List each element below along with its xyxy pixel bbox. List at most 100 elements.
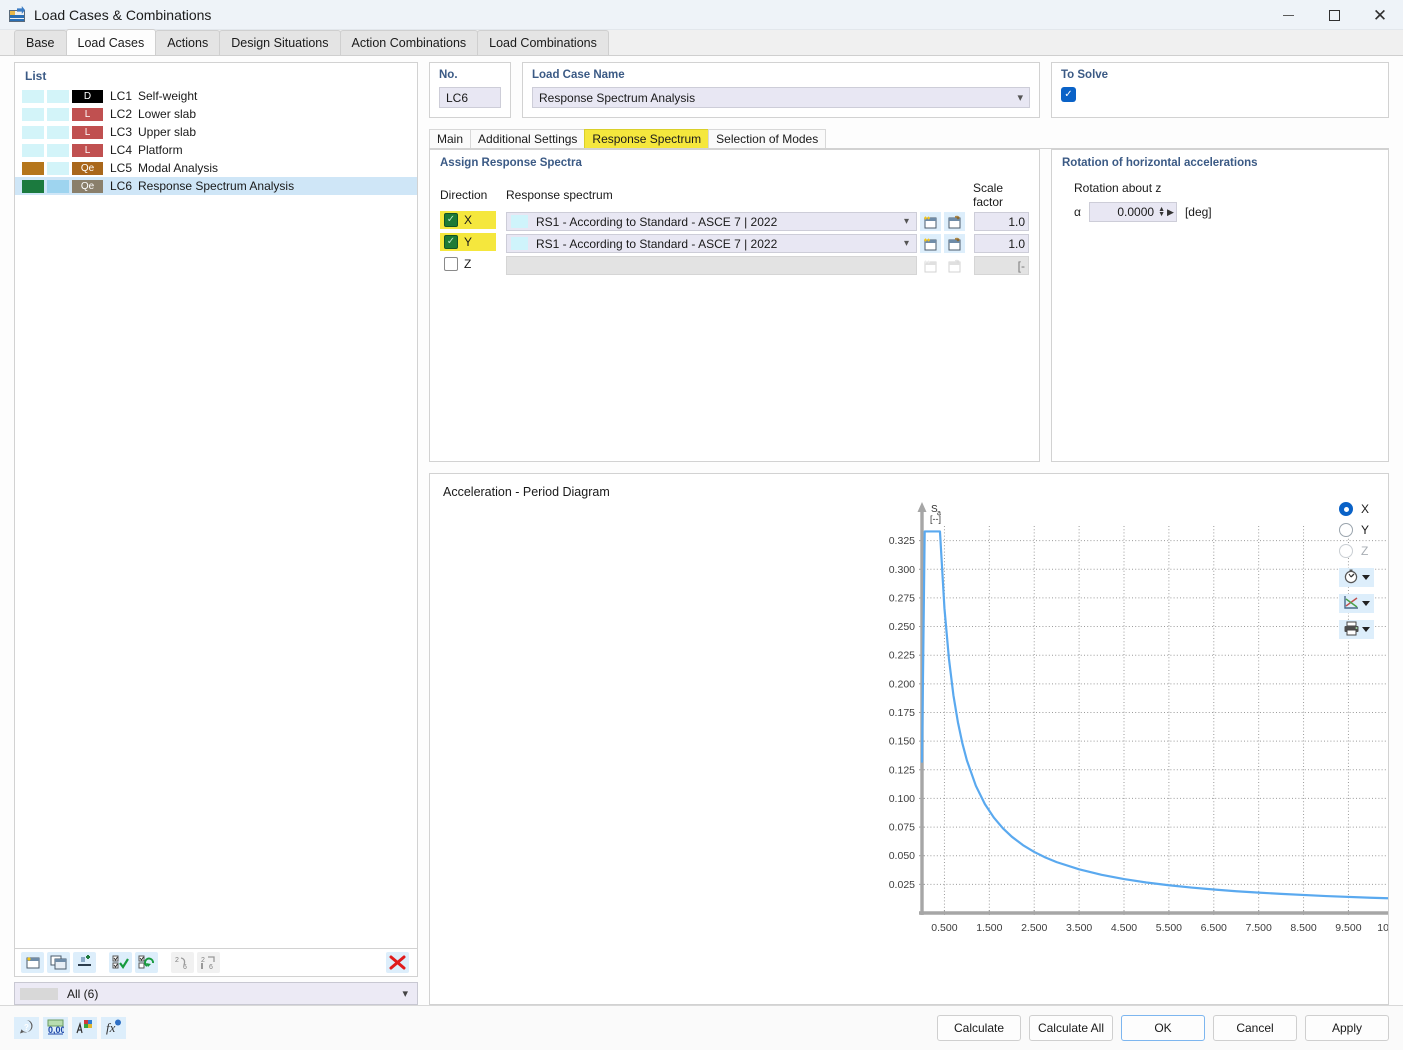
direction-label: Z [464, 257, 472, 271]
response-spectrum-combo-y[interactable]: RS1 - According to Standard - ASCE 7 | 2… [506, 234, 917, 253]
main-tab-load-combinations[interactable]: Load Combinations [477, 30, 609, 55]
load-case-number: LC3 [110, 125, 133, 139]
chart-icon [1343, 595, 1360, 613]
copy-load-case-button[interactable] [47, 952, 70, 973]
load-case-number: LC2 [110, 107, 133, 121]
alpha-symbol: α [1074, 205, 1081, 219]
cancel-button[interactable]: Cancel [1213, 1015, 1297, 1041]
chevron-down-icon[interactable] [1362, 601, 1370, 606]
display-properties-button[interactable] [72, 1017, 97, 1039]
list-item[interactable]: L LC3 Upper slab [15, 123, 417, 141]
response-spectrum-combo-x[interactable]: RS1 - According to Standard - ASCE 7 | 2… [506, 212, 917, 231]
direction-cell: ✓ Y [440, 233, 496, 251]
load-case-detail-panel: No. LC6 Load Case Name Response Spectrum… [429, 62, 1389, 1005]
to-solve-checkbox[interactable]: ✓ [1061, 87, 1076, 102]
edit-spectrum-button-x[interactable] [944, 212, 965, 231]
units-button[interactable]: 0,00 [43, 1017, 68, 1039]
delete-button[interactable] [386, 952, 409, 973]
scale-settings-button[interactable] [1339, 568, 1374, 587]
help-button[interactable]: ? [14, 1017, 39, 1039]
action-category-badge: L [72, 107, 103, 121]
minimize-button[interactable] [1265, 0, 1311, 30]
direction-cell: Z [440, 255, 496, 273]
list-item[interactable]: D LC1 Self-weight [15, 87, 417, 105]
col-direction-header: Direction [440, 188, 488, 202]
chevron-down-icon[interactable] [1362, 627, 1370, 632]
list-item[interactable]: L LC4 Platform [15, 141, 417, 159]
scale-factor-input-x[interactable]: 1.0 [974, 212, 1029, 231]
main-tab-base[interactable]: Base [14, 30, 67, 55]
diagram-settings-button[interactable] [1339, 594, 1374, 613]
chart-direction-option-y[interactable]: Y [1339, 523, 1374, 537]
main-tab-load-cases[interactable]: Load Cases [65, 29, 157, 55]
no-group: No. LC6 [429, 62, 511, 118]
formula-button[interactable]: fx [101, 1017, 126, 1039]
invert-selection-button[interactable] [135, 952, 158, 973]
expand-arrow-icon[interactable]: ▶ [1167, 207, 1174, 218]
maximize-button[interactable] [1311, 0, 1357, 30]
select-all-button[interactable] [109, 952, 132, 973]
detail-tab-selection-of-modes[interactable]: Selection of Modes [708, 129, 827, 148]
detail-tab-response-spectrum[interactable]: Response Spectrum [584, 129, 710, 148]
settings-row: Assign Response Spectra Direction Respon… [429, 149, 1389, 462]
spinner-icon[interactable]: ▲ ▼ [1158, 206, 1165, 218]
response-spectra-table: Direction Response spectrum Scale factor… [440, 181, 1029, 275]
load-case-name: Response Spectrum Analysis [138, 179, 295, 193]
spectrum-color-swatch [511, 237, 528, 250]
action-category-badge: Qe [72, 179, 103, 193]
detail-tab-main[interactable]: Main [429, 129, 472, 148]
radio-button-x[interactable] [1339, 502, 1353, 516]
direction-checkbox-y[interactable]: ✓ [444, 235, 458, 249]
svg-text:0.225: 0.225 [889, 650, 915, 662]
tab-label: Response Spectrum [592, 132, 702, 146]
direction-checkbox-x[interactable]: ✓ [444, 213, 458, 227]
chevron-down-icon[interactable] [1362, 575, 1370, 580]
scale-factor-input-y[interactable]: 1.0 [974, 234, 1029, 253]
load-case-list-panel: List D LC1 Self-weight L LC2 Lower slab L LC3 Up… [14, 62, 418, 1005]
load-case-name-field[interactable]: Response Spectrum Analysis ▾ [532, 87, 1030, 108]
new-load-case-button[interactable] [21, 952, 44, 973]
svg-text:[--]: [--] [930, 514, 941, 524]
direction-checkbox-z[interactable] [444, 257, 458, 271]
alpha-input[interactable]: 0.0000 ▲ ▼ ▶ [1088, 202, 1177, 222]
col-scale-header: Scale factor [973, 181, 1004, 209]
edit-spectrum-button-y[interactable] [944, 234, 965, 253]
svg-text:0.050: 0.050 [889, 850, 915, 862]
calculate-all-button[interactable]: Calculate All [1029, 1015, 1113, 1041]
no-field[interactable]: LC6 [439, 87, 501, 108]
button-label: Calculate All [1037, 1021, 1105, 1035]
print-button[interactable] [1339, 620, 1374, 639]
radio-button-y[interactable] [1339, 523, 1353, 537]
title-bar: Load Cases & Combinations ✕ [0, 0, 1403, 30]
close-button[interactable]: ✕ [1357, 0, 1403, 30]
main-tab-actions[interactable]: Actions [155, 30, 221, 55]
action-category-badge: L [72, 143, 103, 157]
list-item[interactable]: Qe LC5 Modal Analysis [15, 159, 417, 177]
spectrum-name: RS1 - According to Standard - ASCE 7 | 2… [536, 236, 778, 251]
svg-text:10.500: 10.500 [1377, 922, 1389, 934]
list-filter-combo[interactable]: All (6) ▾ [14, 982, 418, 1005]
list-item[interactable]: Qe LC6 Response Spectrum Analysis [15, 177, 417, 195]
button-label: Calculate [953, 1021, 1005, 1035]
import-load-case-button[interactable] [73, 952, 96, 973]
calculate-button[interactable]: Calculate [937, 1015, 1021, 1041]
main-tab-bar: Base Load Cases Actions Design Situations Ac… [0, 29, 1403, 56]
apply-button[interactable]: Apply [1305, 1015, 1389, 1041]
svg-text:0.275: 0.275 [889, 592, 915, 604]
main-tab-design-situations[interactable]: Design Situations [219, 30, 341, 55]
new-spectrum-button-y[interactable] [920, 234, 941, 253]
new-spectrum-button-x[interactable] [920, 212, 941, 231]
chevron-down-icon: ▾ [903, 238, 909, 249]
no-value: LC6 [446, 90, 469, 105]
main-tab-action-combinations[interactable]: Action Combinations [339, 30, 479, 55]
assign-response-spectra-title: Assign Response Spectra [440, 157, 582, 169]
load-case-number: LC5 [110, 161, 133, 175]
alpha-unit: [deg] [1184, 205, 1212, 219]
svg-text:6: 6 [183, 964, 187, 970]
table-header-row: Direction Response spectrum Scale factor [440, 181, 1029, 209]
list-item[interactable]: L LC2 Lower slab [15, 105, 417, 123]
units-icon: 0,00 [47, 1019, 66, 1038]
chart-direction-option-x[interactable]: X [1339, 502, 1374, 516]
detail-tab-additional-settings[interactable]: Additional Settings [470, 129, 586, 148]
ok-button[interactable]: OK [1121, 1015, 1205, 1041]
